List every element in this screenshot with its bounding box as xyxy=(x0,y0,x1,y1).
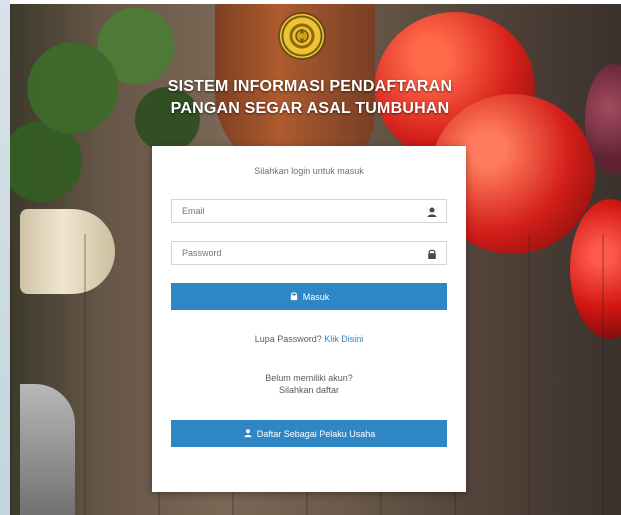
page-frame: SISTEM INFORMASI PENDAFTARAN PANGAN SEGA… xyxy=(0,0,621,515)
page-title: SISTEM INFORMASI PENDAFTARAN PANGAN SEGA… xyxy=(140,76,480,120)
no-account-line-2: Silahkan daftar xyxy=(278,385,340,395)
leaf-emblem-icon xyxy=(295,28,309,44)
forgot-password: Lupa Password? Klik Disini xyxy=(152,334,466,344)
email-input[interactable] xyxy=(172,200,446,222)
user-icon xyxy=(243,428,253,440)
no-account-line-1: Belum memiliki akun? xyxy=(265,373,353,383)
user-icon xyxy=(426,205,438,217)
lock-icon xyxy=(289,291,299,303)
login-button-label: Masuk xyxy=(302,291,330,302)
no-account-text: Belum memiliki akun? Silahkan daftar xyxy=(152,372,466,396)
agency-logo xyxy=(280,14,324,58)
login-hint: Silahkan login untuk masuk xyxy=(254,166,364,176)
password-field[interactable] xyxy=(171,241,447,265)
page-title-line-2: PANGAN SEGAR ASAL TUMBUHAN xyxy=(170,100,450,117)
forgot-password-link[interactable]: Klik Disini xyxy=(324,334,363,344)
password-input[interactable] xyxy=(172,242,446,264)
register-button-label: Daftar Sebagai Pelaku Usaha xyxy=(256,428,376,439)
login-button[interactable]: Masuk xyxy=(171,283,447,310)
background-edge xyxy=(0,0,10,515)
email-field[interactable] xyxy=(171,199,447,223)
forgot-password-text: Lupa Password? xyxy=(254,334,322,344)
register-button[interactable]: Daftar Sebagai Pelaku Usaha xyxy=(171,420,447,447)
lock-icon xyxy=(426,247,438,259)
page-title-line-1: SISTEM INFORMASI PENDAFTARAN xyxy=(167,78,453,95)
login-card: Silahkan login untuk masuk Email Masuk L… xyxy=(152,146,466,492)
